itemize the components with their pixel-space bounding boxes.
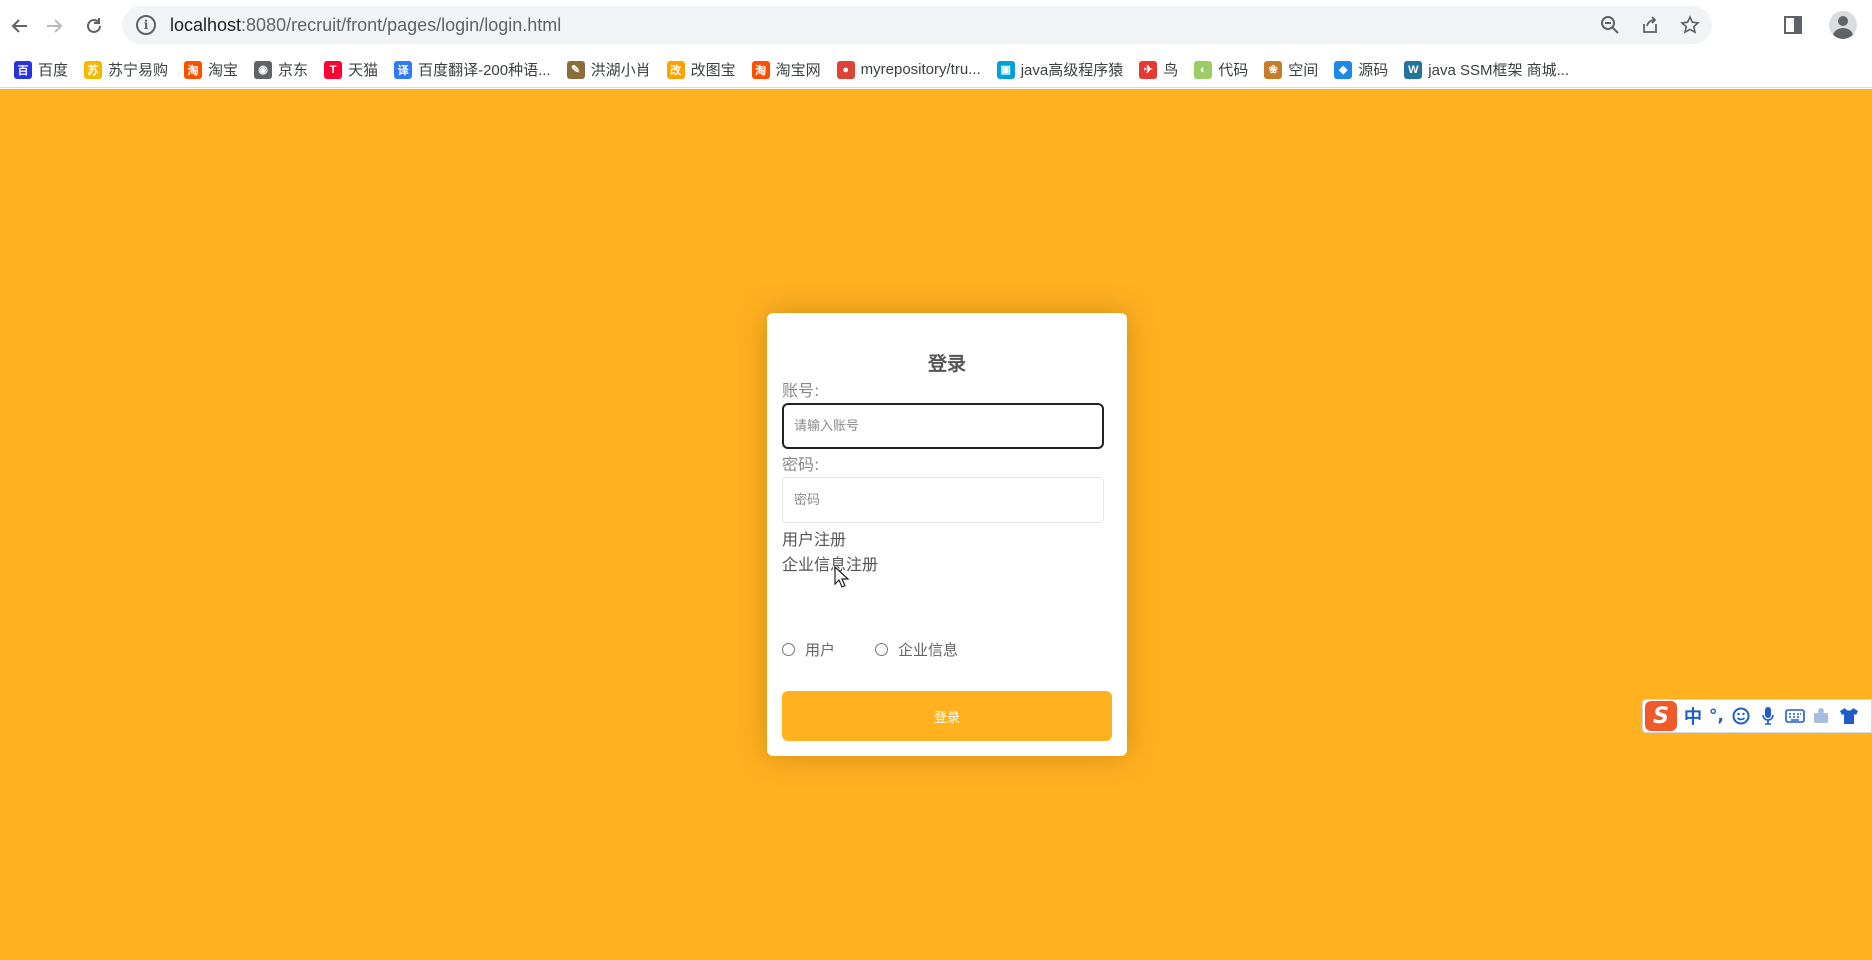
bookmark-label: 鸟 [1163, 62, 1179, 79]
url-text[interactable]: localhost:8080/recruit/front/pages/login… [170, 15, 561, 36]
account-input[interactable] [782, 403, 1104, 449]
profile-avatar-icon [1829, 11, 1857, 39]
bookmark-item[interactable]: Wjava SSM框架 商城... [1396, 56, 1577, 84]
bookmark-item[interactable]: ◐ 代码 [1186, 56, 1256, 84]
mouse-pointer-icon [834, 566, 850, 588]
baidu-translate-icon: 译 [394, 60, 413, 79]
bookmark-item[interactable]: ◆ 源码 [1326, 56, 1396, 84]
role-user-radio[interactable] [782, 643, 795, 656]
baidu-icon: 百 [14, 60, 32, 79]
toolbox-icon[interactable] [1812, 706, 1832, 726]
arrow-right-icon [47, 19, 63, 33]
bookmark-label: 天猫 [348, 62, 379, 79]
source-icon: ◆ [1334, 60, 1353, 79]
bookmark-item[interactable]: 改改图宝 [659, 56, 744, 84]
bookmark-label: 京东 [278, 62, 309, 79]
url-path: :8080/recruit/front/pages/login/login.ht… [241, 14, 562, 35]
bookmark-item[interactable]: ❀ 空间 [1256, 56, 1326, 84]
bookmark-label: 洪湖小肖 [590, 62, 651, 79]
password-label: 密码: [782, 455, 820, 474]
suning-icon: 苏 [84, 60, 103, 79]
account-label: 账号: [782, 381, 820, 400]
ime-toolbar: S 中 °, [1642, 699, 1872, 733]
side-panel-icon[interactable] [1776, 8, 1810, 42]
share-icon[interactable] [1638, 13, 1662, 37]
code-icon: ◐ [1194, 60, 1213, 79]
role-radio-group: 用户 企业信息 [782, 639, 998, 660]
user-register-link[interactable]: 用户注册 [782, 526, 846, 550]
zoom-icon[interactable] [1598, 13, 1622, 37]
password-input[interactable] [782, 477, 1104, 523]
gaitubao-icon: 改 [666, 60, 685, 79]
taobao-net-icon: 淘 [751, 60, 770, 79]
wordpress-icon: W [1404, 60, 1423, 79]
bookmark-label: 苏宁易购 [108, 62, 169, 79]
sogou-logo-icon[interactable]: S [1645, 701, 1677, 731]
bookmark-item[interactable]: ✎ 洪湖小肖 [559, 56, 659, 84]
bookmark-item[interactable]: 苏苏宁易购 [76, 56, 176, 84]
bilibili-icon: ▣ [996, 60, 1015, 79]
reload-button[interactable] [74, 6, 114, 46]
browser-toolbar: i localhost:8080/recruit/front/pages/log… [0, 0, 1872, 52]
bookmark-star-icon[interactable] [1678, 13, 1702, 37]
role-user-label: 用户 [805, 641, 836, 659]
toolbar-right [1776, 8, 1860, 42]
bookmark-item[interactable]: 百百度 [6, 56, 76, 84]
emoji-icon[interactable] [1731, 706, 1751, 726]
ime-mode-toggle[interactable]: 中 [1684, 703, 1702, 729]
url-host: localhost [170, 14, 242, 35]
address-bar-actions [1598, 6, 1702, 44]
bookmark-label: java高级程序猿 [1020, 62, 1124, 79]
arrow-left-icon [11, 19, 27, 33]
bookmark-label: myrepository/tru... [860, 61, 981, 78]
bookmark-label: 代码 [1218, 62, 1249, 79]
role-company-radio[interactable] [875, 643, 889, 656]
keyboard-icon[interactable] [1785, 706, 1805, 726]
bookmark-item[interactable]: 译百度翻译-200种语... [386, 56, 559, 84]
login-card: 登录 账号: 密码: 用户注册 企业信息注册 用户 企业信息 登录 [767, 313, 1127, 756]
bookmark-label: java SSM框架 商城... [1428, 62, 1570, 79]
skin-shirt-icon[interactable] [1839, 706, 1859, 726]
forward-button[interactable] [34, 6, 74, 46]
bookmark-item[interactable]: 淘淘宝网 [744, 56, 829, 84]
taobao-icon: 淘 [184, 60, 203, 79]
bookmark-label: 改图宝 [690, 62, 736, 79]
bookmark-item[interactable]: 淘淘宝 [176, 56, 246, 84]
globe-icon: ◉ [254, 60, 273, 79]
chrome-icon: ● [836, 60, 855, 79]
address-bar[interactable]: i localhost:8080/recruit/front/pages/log… [122, 6, 1712, 44]
profile-button[interactable] [1826, 8, 1860, 42]
bookmark-item[interactable]: ✈ 鸟 [1131, 56, 1186, 84]
tmall-icon: T [324, 60, 343, 79]
info-icon[interactable]: i [136, 15, 156, 35]
login-submit-button[interactable]: 登录 [782, 691, 1112, 741]
bookmark-label: 淘宝网 [775, 62, 821, 79]
space-icon: ❀ [1264, 60, 1283, 79]
bookmarks-bar: 百百度苏苏宁易购淘淘宝 ◉ 京东 T 天猫译百度翻译-200种语... ✎ 洪湖小肖改改图宝… [0, 52, 1872, 88]
company-register-link[interactable]: 企业信息注册 [782, 551, 878, 575]
reload-icon [87, 18, 101, 33]
login-title: 登录 [927, 353, 966, 375]
bookmark-item[interactable]: ▣ java高级程序猿 [989, 56, 1132, 84]
role-company-option[interactable]: 企业信息 [875, 639, 958, 660]
bookmark-item[interactable]: ◉ 京东 [246, 56, 316, 84]
bookmark-label: 百度翻译-200种语... [418, 62, 551, 79]
role-user-option[interactable]: 用户 [782, 639, 835, 660]
bookmark-item[interactable]: T 天猫 [316, 56, 386, 84]
bird-red-icon: ✈ [1139, 60, 1158, 79]
bookmark-item[interactable]: ● myrepository/tru... [829, 56, 989, 84]
bookmark-label: 空间 [1288, 62, 1319, 79]
role-company-label: 企业信息 [898, 641, 959, 659]
ime-punctuation-toggle[interactable]: °, [1709, 706, 1724, 726]
bookmark-label: 百度 [38, 62, 69, 79]
microphone-icon[interactable] [1758, 706, 1778, 726]
bird-icon: ✎ [566, 60, 585, 79]
bookmark-label: 淘宝 [208, 62, 239, 79]
login-page: 登录 账号: 密码: 用户注册 企业信息注册 用户 企业信息 登录 [0, 89, 1872, 960]
bookmark-label: 源码 [1358, 62, 1389, 79]
